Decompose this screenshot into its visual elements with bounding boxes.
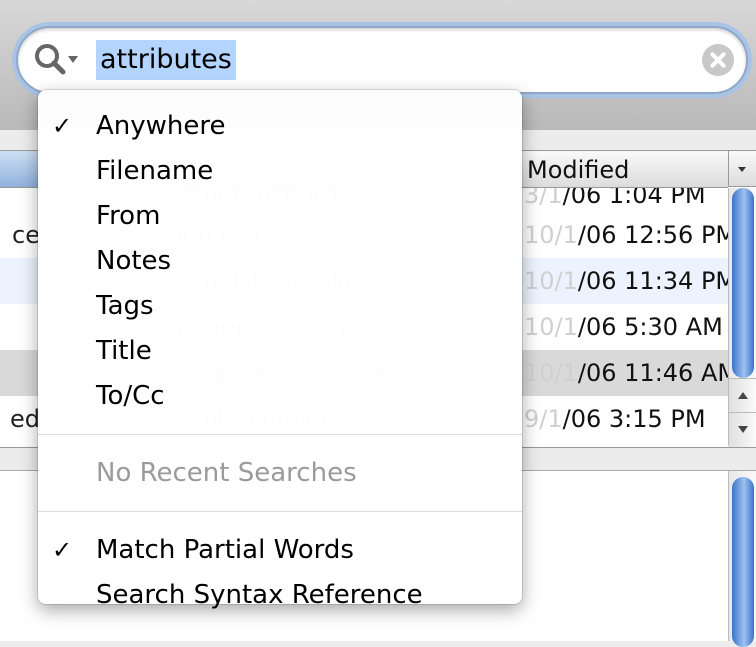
cell-date-modified: 10/1/06 11:46 AM: [520, 350, 732, 396]
menu-item-notes[interactable]: Notes: [38, 239, 522, 284]
list-scrollbar[interactable]: [728, 188, 756, 447]
menu-item-to-cc[interactable]: To/Cc: [38, 374, 522, 419]
menu-item-tags[interactable]: Tags: [38, 284, 522, 329]
cell-name: ce: [12, 221, 40, 249]
cell-name: [0, 350, 40, 396]
cell-date-hidden-part: 10/1: [524, 267, 578, 295]
menu-item-filename[interactable]: Filename: [38, 149, 522, 194]
cell-date-modified: 10/1/06 11:34 PM: [520, 258, 732, 304]
menu-item-label: Anywhere: [96, 111, 226, 141]
menu-separator: [38, 511, 522, 512]
menu-item-label: From: [96, 201, 161, 231]
cell-date-hidden-part: 10/1: [524, 359, 578, 387]
cell-date-modified: 9/1/06 3:15 PM: [520, 396, 732, 442]
cell-date-modified: 10/1/06 12:56 PM: [520, 212, 732, 258]
scroll-down-icon[interactable]: [729, 412, 756, 447]
scroll-thumb[interactable]: [732, 188, 754, 378]
cell-date-visible-part: /06 11:34 PM: [577, 267, 732, 295]
checkmark-icon: ✓: [52, 112, 73, 140]
cell-date-modified: 10/1/06 5:30 AM: [520, 304, 732, 350]
menu-item-label: Tags: [96, 291, 154, 321]
column-header-name[interactable]: [0, 151, 40, 187]
menu-item-match-partial-words[interactable]: ✓ Match Partial Words: [38, 528, 522, 573]
menu-item-title[interactable]: Title: [38, 329, 522, 374]
menu-item-label: Search Syntax Reference: [96, 580, 423, 610]
search-field[interactable]: attributes: [16, 26, 748, 94]
magnifier-dropdown-icon[interactable]: [32, 41, 84, 79]
cell-date-visible-part: /06 1:04 PM: [562, 188, 706, 209]
cell-name: [0, 188, 40, 212]
search-options-menu: ✓ Anywhere Filename From Notes Tags Title To/Cc…: [38, 90, 522, 610]
menu-item-anywhere[interactable]: ✓ Anywhere: [38, 104, 522, 149]
cell-date-hidden-part: 3/1: [524, 188, 563, 209]
menu-item-label: To/Cc: [96, 381, 165, 411]
cell-date-hidden-part: 10/1: [524, 313, 578, 341]
cell-date-visible-part: /06 11:46 AM: [577, 359, 732, 387]
menu-item-label: Title: [96, 336, 152, 366]
cell-date-visible-part: /06 5:30 AM: [577, 313, 723, 341]
preview-scrollbar[interactable]: [728, 471, 756, 647]
cell-name: [0, 304, 40, 350]
menu-item-no-recent-searches: No Recent Searches: [38, 451, 522, 496]
cell-date-hidden-part: 10/1: [524, 221, 578, 249]
preview-scroll-thumb[interactable]: [732, 477, 754, 647]
scroll-up-icon[interactable]: [729, 378, 756, 413]
cell-date-visible-part: /06 3:15 PM: [562, 405, 706, 433]
column-header-date-modified[interactable]: Modified: [520, 151, 629, 187]
cell-name: ed: [10, 405, 40, 433]
cell-name: [0, 258, 40, 304]
search-query-text[interactable]: attributes: [96, 40, 236, 80]
sort-menu-icon[interactable]: [728, 151, 756, 187]
cell-date-modified: 3/1/06 1:04 PM: [520, 188, 728, 212]
menu-item-from[interactable]: From: [38, 194, 522, 239]
cell-date-visible-part: /06 12:56 PM: [577, 221, 732, 249]
cell-date-hidden-part: 9/1: [524, 405, 563, 433]
menu-item-label: Match Partial Words: [96, 535, 354, 565]
menu-item-label: Notes: [96, 246, 172, 276]
menu-item-label: No Recent Searches: [96, 458, 357, 488]
menu-item-search-syntax-reference[interactable]: Search Syntax Reference: [38, 573, 522, 618]
menu-separator: [38, 434, 522, 435]
menu-item-label: Filename: [96, 156, 214, 186]
checkmark-icon: ✓: [52, 536, 73, 564]
clear-search-icon[interactable]: [702, 44, 734, 76]
